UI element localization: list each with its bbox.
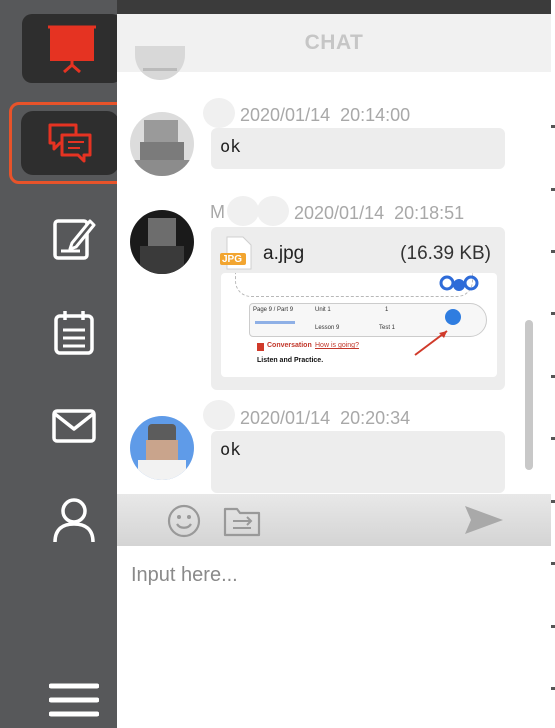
send-icon[interactable]	[463, 504, 505, 536]
edge-mark	[551, 250, 555, 253]
message-bubble: ok	[211, 128, 505, 169]
file-type-badge: JPG	[222, 254, 243, 265]
jpg-file-icon: JPG	[219, 235, 255, 271]
sidebar-item-calendar[interactable]	[22, 298, 126, 366]
folder-icon[interactable]	[223, 505, 261, 537]
file-name: a.jpg	[263, 243, 305, 264]
emoji-icon[interactable]	[167, 504, 201, 538]
preview-cell: Lesson 9	[315, 325, 340, 331]
preview-body-text: Listen and Practice.	[257, 357, 324, 364]
sidebar-item-profile[interactable]	[22, 486, 126, 554]
edit-note-icon	[52, 215, 96, 261]
message-timestamp: 2020/01/14 20:18:51	[294, 203, 465, 223]
chat-bubbles-icon	[46, 121, 94, 165]
input-placeholder: Input here...	[131, 564, 238, 586]
sidebar-item-mail[interactable]	[22, 392, 126, 460]
preview-cell: 1	[385, 307, 389, 313]
page-title: CHAT	[304, 31, 364, 54]
file-attachment[interactable]: JPG a.jpg (16.39 KB) Page 9 / Part 9 Uni…	[211, 227, 505, 390]
window-edge	[551, 0, 555, 728]
sender-name-blurred	[203, 98, 235, 128]
envelope-icon	[51, 408, 97, 444]
lock-icon	[445, 309, 461, 325]
sidebar-item-whiteboard[interactable]	[22, 14, 122, 83]
title-strip	[117, 0, 551, 14]
message-timestamp: 2020/01/14 20:20:34	[240, 408, 411, 428]
message-text: ok	[220, 440, 241, 460]
edge-mark	[551, 437, 555, 440]
preview-cell: Unit 1	[315, 307, 331, 313]
preview-cell: Page 9 / Part 9	[253, 307, 294, 313]
edge-mark	[551, 625, 555, 628]
user-icon	[52, 496, 96, 544]
sidebar-item-notes[interactable]	[22, 204, 126, 272]
edge-mark	[551, 188, 555, 191]
preview-cell: Test 1	[379, 325, 396, 331]
message-bubble: ok	[211, 431, 505, 493]
avatar	[130, 416, 194, 480]
sidebar-item-menu[interactable]	[22, 666, 126, 728]
arrow-annotation	[411, 327, 451, 357]
edge-mark	[551, 375, 555, 378]
preview-link-title: Conversation	[267, 342, 312, 349]
edge-mark	[551, 125, 555, 128]
sender-name-blurred	[203, 400, 235, 430]
avatar	[130, 112, 194, 176]
composer-toolbar	[117, 494, 551, 546]
calendar-icon	[52, 308, 96, 356]
edge-mark	[551, 687, 555, 690]
avatar	[130, 210, 194, 274]
sidebar	[0, 0, 131, 728]
message-timestamp: 2020/01/14 20:14:00	[240, 105, 411, 125]
message-text: ok	[220, 137, 241, 157]
sidebar-item-chat[interactable]	[9, 102, 131, 184]
hamburger-menu-icon	[49, 680, 99, 720]
preview-circles-icon	[439, 273, 479, 293]
file-size: (16.39 KB)	[400, 243, 491, 264]
edge-mark	[551, 562, 555, 565]
scrollbar[interactable]	[525, 320, 533, 470]
image-preview[interactable]: Page 9 / Part 9 Unit 1 1 Lesson 9 Test 1	[221, 273, 497, 377]
message-input[interactable]: Input here...	[117, 546, 551, 728]
book-icon	[257, 343, 264, 351]
sender-name-blurred	[257, 196, 289, 226]
chat-panel: CHAT 2020/01/14 20:14:00 ok M 2020/01/14…	[117, 0, 551, 728]
presentation-board-icon	[46, 25, 98, 73]
edge-mark	[551, 500, 555, 503]
avatar-partial	[135, 46, 185, 80]
preview-link-sub: How is going?	[315, 342, 359, 349]
edge-mark	[551, 312, 555, 315]
sender-initial: M	[210, 202, 225, 222]
sender-name-blurred	[227, 196, 259, 226]
